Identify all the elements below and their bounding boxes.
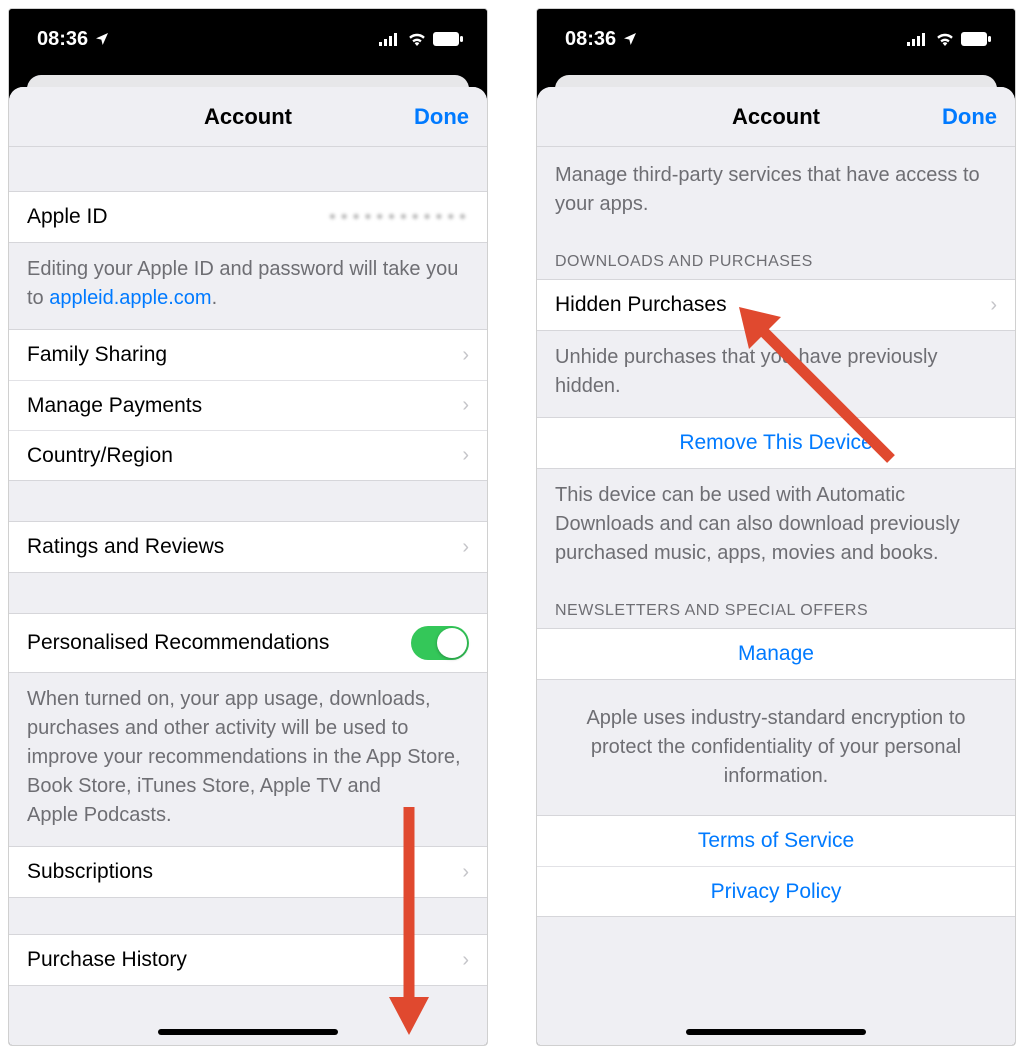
status-bar: 08:36 xyxy=(537,9,1015,69)
newsletters-section-header: Newsletters and Special Offers xyxy=(537,584,1015,628)
location-icon xyxy=(94,31,110,47)
battery-icon xyxy=(961,32,991,46)
downloads-section-header: Downloads and Purchases xyxy=(537,235,1015,279)
hidden-purchases-row[interactable]: Hidden Purchases › xyxy=(537,280,1015,330)
appleid-link[interactable]: appleid.apple.com xyxy=(49,287,211,309)
hidden-purchases-footer: Unhide purchases that you have previousl… xyxy=(537,331,1015,417)
chevron-right-icon: › xyxy=(462,444,469,467)
cellular-signal-icon xyxy=(907,32,929,46)
privacy-policy-link[interactable]: Privacy Policy xyxy=(537,866,1015,916)
chevron-right-icon: › xyxy=(462,344,469,367)
purchase-history-group: Purchase History › xyxy=(9,934,487,986)
home-indicator[interactable] xyxy=(686,1029,866,1035)
chevron-right-icon: › xyxy=(462,536,469,559)
legal-links-group: Terms of Service Privacy Policy xyxy=(537,815,1015,917)
personalised-recs-footer: When turned on, your app usage, download… xyxy=(9,673,487,846)
account-sheet: Account Done Manage third-party services… xyxy=(537,87,1015,1045)
subscriptions-row[interactable]: Subscriptions › xyxy=(9,847,487,897)
purchase-history-row[interactable]: Purchase History › xyxy=(9,935,487,985)
encryption-footer: Apple uses industry-standard encryption … xyxy=(537,680,1015,815)
country-region-row[interactable]: Country/Region › xyxy=(9,430,487,480)
apple-id-footer: Editing your Apple ID and password will … xyxy=(9,243,487,329)
ratings-group: Ratings and Reviews › xyxy=(9,521,487,573)
location-icon xyxy=(622,31,638,47)
apple-id-group: Apple ID •••••••••••• xyxy=(9,191,487,243)
apple-id-value: •••••••••••• xyxy=(327,207,469,228)
personalised-recs-toggle[interactable] xyxy=(411,626,469,660)
apple-id-row[interactable]: Apple ID •••••••••••• xyxy=(9,192,487,242)
terms-of-service-link[interactable]: Terms of Service xyxy=(537,816,1015,866)
done-button[interactable]: Done xyxy=(414,104,469,130)
hidden-purchases-group: Hidden Purchases › xyxy=(537,279,1015,331)
family-sharing-row[interactable]: Family Sharing › xyxy=(9,330,487,380)
wifi-icon xyxy=(935,32,955,46)
account-sheet: Account Done Apple ID •••••••••••• Editi… xyxy=(9,87,487,1045)
done-button[interactable]: Done xyxy=(942,104,997,130)
chevron-right-icon: › xyxy=(462,394,469,417)
manage-newsletters-group: Manage xyxy=(537,628,1015,680)
wifi-icon xyxy=(407,32,427,46)
third-party-footer: Manage third-party services that have ac… xyxy=(537,147,1015,235)
remove-device-button[interactable]: Remove This Device xyxy=(537,418,1015,468)
remove-device-group: Remove This Device xyxy=(537,417,1015,469)
cellular-signal-icon xyxy=(379,32,401,46)
nav-title: Account xyxy=(732,104,820,130)
manage-newsletters-button[interactable]: Manage xyxy=(537,629,1015,679)
home-indicator[interactable] xyxy=(158,1029,338,1035)
ratings-reviews-row[interactable]: Ratings and Reviews › xyxy=(9,522,487,572)
status-time: 08:36 xyxy=(37,28,88,51)
phone-screen-1: 08:36 Account Done Appl xyxy=(8,8,488,1046)
status-time: 08:36 xyxy=(565,28,616,51)
nav-title: Account xyxy=(204,104,292,130)
chevron-right-icon: › xyxy=(990,294,997,317)
account-settings-group: Family Sharing › Manage Payments › Count… xyxy=(9,329,487,481)
apple-id-label: Apple ID xyxy=(27,205,327,229)
subscriptions-group: Subscriptions › xyxy=(9,846,487,898)
personalised-recs-row: Personalised Recommendations xyxy=(9,614,487,672)
phone-screen-2: 08:36 Account Done Manage third-party se… xyxy=(536,8,1016,1046)
nav-header: Account Done xyxy=(9,87,487,147)
status-bar: 08:36 xyxy=(9,9,487,69)
chevron-right-icon: › xyxy=(462,949,469,972)
chevron-right-icon: › xyxy=(462,861,469,884)
manage-payments-row[interactable]: Manage Payments › xyxy=(9,380,487,430)
nav-header: Account Done xyxy=(537,87,1015,147)
battery-icon xyxy=(433,32,463,46)
remove-device-footer: This device can be used with Automatic D… xyxy=(537,469,1015,584)
recommendations-group: Personalised Recommendations xyxy=(9,613,487,673)
